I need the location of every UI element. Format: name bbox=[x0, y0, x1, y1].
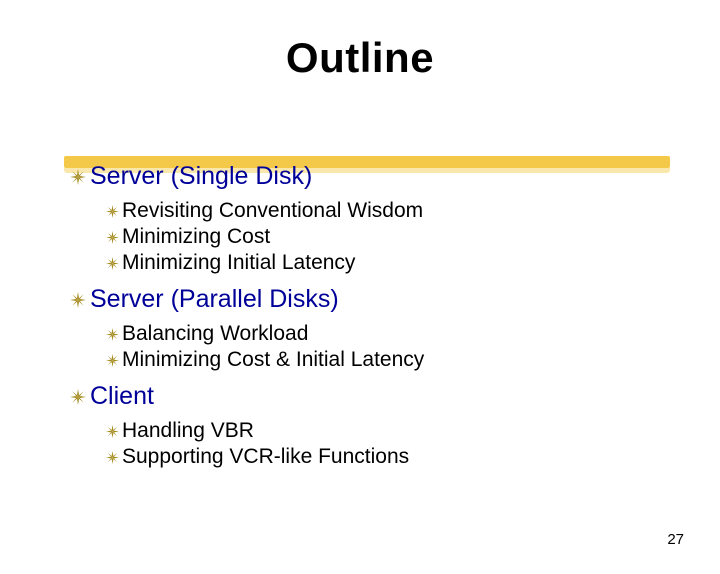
burst-bullet-icon bbox=[106, 205, 119, 218]
section-header: Client bbox=[70, 382, 670, 411]
burst-bullet-icon bbox=[106, 425, 119, 438]
burst-bullet-icon bbox=[106, 257, 119, 270]
list-item: Handling VBR bbox=[106, 419, 670, 443]
list-item: Minimizing Cost bbox=[106, 225, 670, 249]
burst-bullet-icon bbox=[70, 389, 86, 405]
list-item: Balancing Workload bbox=[106, 322, 670, 346]
outline-content: Server (Single Disk) Revisiting Conventi… bbox=[70, 152, 670, 473]
list-item: Minimizing Cost & Initial Latency bbox=[106, 348, 670, 372]
burst-bullet-icon bbox=[70, 169, 86, 185]
list-item-label: Handling VBR bbox=[122, 419, 254, 443]
section-subitems: Revisiting Conventional Wisdom Minimizin… bbox=[106, 199, 670, 275]
list-item-label: Revisiting Conventional Wisdom bbox=[122, 199, 423, 223]
section-header-label: Server (Parallel Disks) bbox=[90, 285, 339, 314]
section-header: Server (Parallel Disks) bbox=[70, 285, 670, 314]
section-header-label: Client bbox=[90, 382, 154, 411]
list-item-label: Minimizing Initial Latency bbox=[122, 251, 355, 275]
list-item-label: Supporting VCR-like Functions bbox=[122, 445, 409, 469]
list-item: Supporting VCR-like Functions bbox=[106, 445, 670, 469]
burst-bullet-icon bbox=[106, 231, 119, 244]
page-title: Outline bbox=[0, 34, 720, 82]
burst-bullet-icon bbox=[70, 292, 86, 308]
list-item: Minimizing Initial Latency bbox=[106, 251, 670, 275]
burst-bullet-icon bbox=[106, 328, 119, 341]
list-item-label: Minimizing Cost & Initial Latency bbox=[122, 348, 424, 372]
section-server-parallel-disks: Server (Parallel Disks) Balancing Worklo… bbox=[70, 285, 670, 372]
section-header-label: Server (Single Disk) bbox=[90, 162, 312, 191]
section-subitems: Handling VBR Supporting VCR-like Functio… bbox=[106, 419, 670, 469]
list-item-label: Minimizing Cost bbox=[122, 225, 270, 249]
slide: Outline Server (Single Disk) Revisiting … bbox=[0, 34, 720, 574]
burst-bullet-icon bbox=[106, 451, 119, 464]
burst-bullet-icon bbox=[106, 354, 119, 367]
section-client: Client Handling VBR Supporting VCR-like … bbox=[70, 382, 670, 469]
list-item-label: Balancing Workload bbox=[122, 322, 308, 346]
section-server-single-disk: Server (Single Disk) Revisiting Conventi… bbox=[70, 162, 670, 275]
section-subitems: Balancing Workload Minimizing Cost & Ini… bbox=[106, 322, 670, 372]
list-item: Revisiting Conventional Wisdom bbox=[106, 199, 670, 223]
section-header: Server (Single Disk) bbox=[70, 162, 670, 191]
